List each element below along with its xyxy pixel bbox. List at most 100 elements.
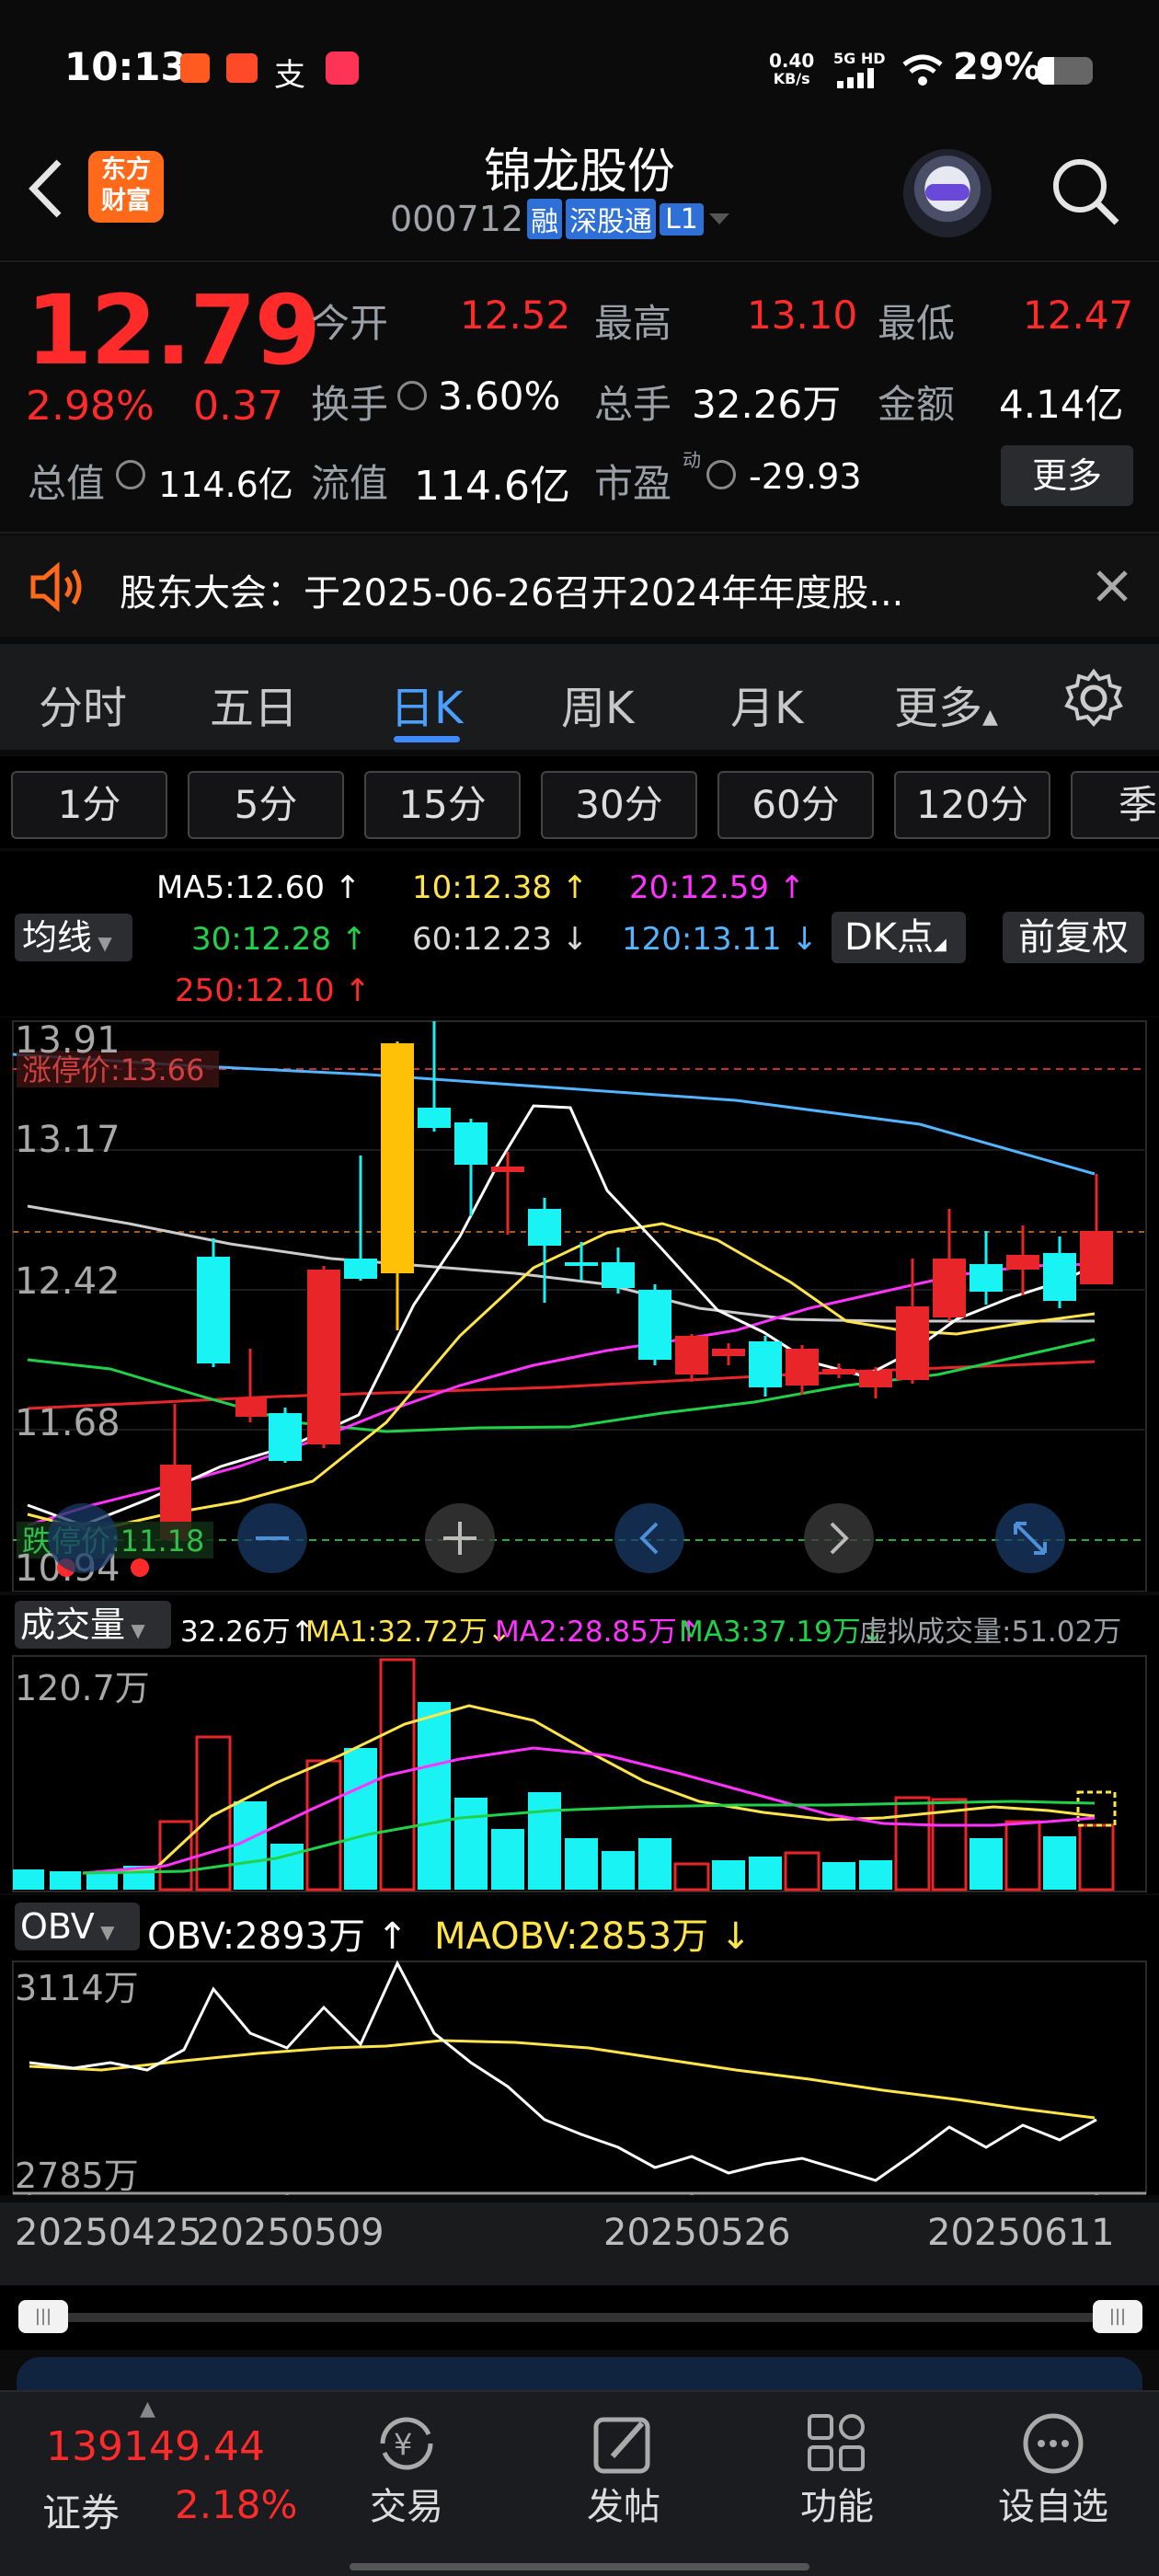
- scroll-left-button[interactable]: [614, 1503, 684, 1573]
- candle: [381, 1043, 414, 1273]
- dropdown-icon: ▼: [94, 1921, 115, 1943]
- more-circle-icon: [1023, 2413, 1084, 2474]
- event-marker-dot[interactable]: [131, 1558, 149, 1577]
- index-value[interactable]: 139149.44: [46, 2423, 265, 2470]
- slider-right-handle[interactable]: |||: [1093, 2300, 1142, 2333]
- nav-post-label: 发帖: [587, 2486, 660, 2528]
- slider-left-handle[interactable]: |||: [18, 2300, 68, 2333]
- volume-selector-label: 成交量: [20, 1604, 126, 1645]
- y-label-2: 13.17: [15, 1119, 120, 1161]
- nav-add-watchlist[interactable]: 设自选: [993, 2410, 1113, 2530]
- minute-tab-1[interactable]: 1分: [11, 771, 167, 839]
- info-icon[interactable]: [706, 460, 736, 489]
- tab-more[interactable]: 更多▲: [894, 672, 998, 736]
- volume-selector[interactable]: 成交量 ▼: [15, 1601, 171, 1649]
- turnover-value: 3.60%: [438, 374, 561, 419]
- dropdown-icon: [708, 213, 729, 224]
- volume-bar: [50, 1871, 81, 1890]
- minute-tab-5[interactable]: 5分: [188, 771, 344, 839]
- volume-bar: [344, 1748, 377, 1890]
- stock-code: 000712: [390, 199, 524, 239]
- nav-post[interactable]: 发帖: [578, 2410, 670, 2530]
- nav-functions[interactable]: 功能: [791, 2410, 883, 2530]
- volume-chart[interactable]: 120.7万: [0, 1654, 1159, 1893]
- volume-bar: [602, 1851, 635, 1890]
- nav-add-watchlist-label: 设自选: [998, 2486, 1108, 2528]
- kline-chart[interactable]: 涨停价:13.66 跌停价:11.18 13.91 13.17 12.42 11…: [0, 1018, 1159, 1592]
- volume-bar: [970, 1838, 1003, 1890]
- candle: [896, 1306, 929, 1380]
- change-percent: 2.98%: [26, 383, 155, 430]
- kline-svg: 涨停价:13.66 跌停价:11.18 13.91 13.17 12.42 11…: [12, 1019, 1147, 1592]
- obv-chart[interactable]: 3114万 2785万: [0, 1960, 1159, 2195]
- volume-bar: [1078, 1823, 1115, 1892]
- more-button[interactable]: 更多: [1001, 445, 1133, 506]
- tab-monthly-k[interactable]: 月K: [730, 672, 803, 736]
- obv-value: OBV:2893万 ↑: [147, 1915, 408, 1958]
- obv-selector[interactable]: OBV ▼: [15, 1903, 140, 1950]
- speaker-icon: [30, 561, 82, 613]
- app-root: 10:13 支 0.40 KB/s 5G HD 29% 东方 财富 锦龙股份 0…: [0, 0, 1159, 2576]
- volume-bar: [418, 1702, 451, 1890]
- stock-code-row[interactable]: 000712 融 深股通 L1: [390, 199, 731, 239]
- x-label-3: 20250526: [603, 2212, 791, 2254]
- minute-tab-quarter[interactable]: 季: [1071, 771, 1159, 839]
- minute-tab-60[interactable]: 60分: [717, 771, 874, 839]
- dk-point-button[interactable]: DK点◢: [832, 912, 966, 963]
- ma250-line: [27, 1360, 1096, 1410]
- edit-post-icon: [593, 2417, 650, 2474]
- ma-selector[interactable]: 均线 ▼: [15, 914, 132, 961]
- tab-daily-k[interactable]: 日K: [390, 672, 463, 736]
- pe-label: 市盈: [594, 461, 672, 506]
- candle: [269, 1413, 302, 1461]
- volume-bar: [712, 1860, 745, 1890]
- dropdown-icon: ▼: [92, 932, 112, 954]
- candle: [1006, 1255, 1039, 1270]
- ma-legend: MA5:12.60 ↑ 10:12.38 ↑ 20:12.59 ↑ 均线 ▼ 3…: [0, 851, 1159, 1017]
- minute-tab-120[interactable]: 120分: [894, 771, 1050, 839]
- float-cap-label: 流值: [311, 461, 389, 506]
- info-icon[interactable]: [116, 460, 145, 489]
- tab-five-day[interactable]: 五日: [210, 672, 298, 736]
- battery-percent: 29%: [953, 46, 1041, 88]
- ma10-value: 10:12.38 ↑: [412, 869, 589, 906]
- tab-weekly-k[interactable]: 周K: [561, 672, 634, 736]
- candle: [749, 1341, 782, 1387]
- dk-point-label: DK点: [844, 916, 935, 959]
- search-button[interactable]: [1049, 155, 1122, 228]
- low-label: 最低: [878, 301, 956, 346]
- adjust-button[interactable]: 前复权: [1003, 912, 1144, 963]
- volume-bar: [454, 1798, 488, 1890]
- robot-assistant-icon[interactable]: [903, 149, 992, 237]
- notice-bar[interactable]: 股东大会：于2025-06-26召开2024年年度股...: [0, 535, 1159, 637]
- volume-bar: [749, 1857, 782, 1890]
- nav-trade[interactable]: ¥ 交易: [361, 2410, 453, 2530]
- x-axis-labels: 20250425 20250509 20250526 20250611: [0, 2202, 1159, 2285]
- corner-caret-icon: ◢: [934, 935, 947, 954]
- minute-tab-15[interactable]: 15分: [364, 771, 521, 839]
- minute-tab-30[interactable]: 30分: [541, 771, 697, 839]
- app-notification-icon: [226, 53, 258, 83]
- zoom-out-button[interactable]: [48, 1503, 118, 1573]
- candle: [1080, 1231, 1113, 1284]
- info-icon[interactable]: [397, 381, 427, 410]
- volume-value: 32.26万↑: [180, 1616, 315, 1649]
- candle: [454, 1122, 488, 1165]
- close-icon[interactable]: [1095, 569, 1130, 604]
- open-value: 12.52: [460, 293, 571, 338]
- volume-bar: [894, 1796, 931, 1892]
- tab-intraday[interactable]: 分时: [39, 672, 127, 736]
- scroll-right-button[interactable]: [804, 1503, 874, 1573]
- volume-legend: 成交量 ▼ 32.26万↑ MA1:32.72万↓ MA2:28.85万↑ MA…: [0, 1595, 1159, 1654]
- candle: [197, 1257, 230, 1363]
- alipay-notification-icon: 支: [274, 57, 305, 94]
- y-label-top: 13.91: [15, 1019, 120, 1062]
- candle: [235, 1398, 267, 1417]
- market-cap-value: 114.6亿: [158, 465, 293, 505]
- volume-ma1: MA1:32.72万↓: [305, 1616, 511, 1649]
- settings-gear-icon[interactable]: [1063, 668, 1124, 729]
- index-name[interactable]: 证券: [42, 2482, 120, 2538]
- chart-frame: [12, 1961, 1147, 2194]
- home-indicator: [350, 2563, 809, 2570]
- candle: [786, 1349, 819, 1386]
